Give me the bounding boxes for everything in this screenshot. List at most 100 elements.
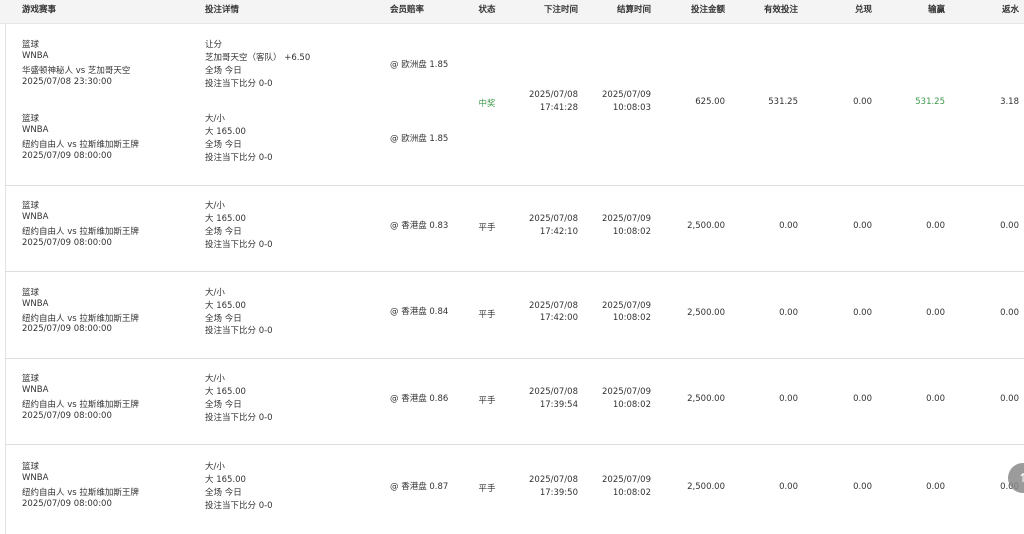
win-loss: 0.00 [926, 394, 945, 404]
leg-league: WNBA [22, 125, 49, 136]
header-rebate: 返水 [1001, 5, 1019, 15]
leg-score: 投注当下比分 0-0 [205, 78, 273, 89]
header-settle-time: 结算时间 [616, 5, 651, 15]
leg-period: 全场 今日 [205, 140, 242, 150]
header-bet-time: 下注时间 [543, 5, 578, 15]
settle-date: 2025/07/09 [602, 387, 651, 397]
settle-date: 2025/07/09 [602, 475, 651, 485]
leg-score: 投注当下比分 0-0 [205, 239, 273, 250]
status-badge: 平手 [478, 309, 496, 320]
header-valid: 有效投注 [763, 5, 798, 15]
row-left-border [5, 444, 6, 534]
leg-league: WNBA [22, 385, 49, 396]
bet-date: 2025/07/08 [529, 214, 578, 224]
leg-sport: 篮球 [22, 374, 40, 385]
leg-match-time: 2025/07/09 08:00:00 [22, 324, 112, 335]
leg-league: WNBA [22, 212, 49, 223]
row-divider [5, 444, 1024, 445]
row-divider [5, 185, 1024, 186]
header-game: 游戏赛事 [22, 5, 57, 15]
leg-selection: 大 165.00 [205, 300, 246, 311]
leg-odds: @ 香港盘 0.83 [390, 220, 449, 231]
leg-match: 华盛顿神秘人 vs 芝加哥天空 [22, 66, 131, 76]
leg-period: 全场 今日 [205, 227, 242, 237]
leg-sport: 篮球 [22, 40, 40, 51]
bet-date: 2025/07/08 [529, 300, 578, 311]
leg-odds: @ 欧洲盘 1.85 [390, 133, 449, 144]
bet-amount: 2,500.00 [687, 394, 725, 404]
leg-score: 投注当下比分 0-0 [205, 412, 273, 423]
rebate: 0.00 [1000, 394, 1019, 404]
leg-match: 纽约自由人 vs 拉斯维加斯王牌 [22, 227, 139, 237]
status-badge: 平手 [478, 223, 496, 233]
settle-clock: 10:08:02 [612, 399, 651, 410]
cashout: 0.00 [853, 482, 872, 492]
leg-selection: 大 165.00 [205, 214, 246, 225]
leg-period: 全场 今日 [205, 313, 242, 324]
header-details: 投注详情 [205, 5, 240, 15]
leg-match: 纽约自由人 vs 拉斯维加斯王牌 [22, 140, 139, 150]
leg-score: 投注当下比分 0-0 [205, 500, 273, 511]
leg-sport: 篮球 [22, 114, 40, 125]
leg-match-time: 2025/07/09 08:00:00 [22, 237, 112, 248]
settle-clock: 10:08:02 [612, 487, 651, 498]
valid-bet: 0.00 [779, 221, 798, 231]
leg-selection: 芝加哥天空（客队） +6.50 [205, 53, 311, 64]
bet-date: 2025/07/08 [529, 387, 578, 397]
header-odds: 会员赔率 [390, 5, 425, 15]
leg-bet-type: 大/小 [205, 374, 225, 385]
settle-clock: 10:08:02 [612, 226, 651, 237]
bet-clock: 17:39:54 [539, 399, 578, 410]
bet-clock: 17:42:10 [539, 226, 578, 237]
settle-date: 2025/07/09 [602, 90, 651, 100]
leg-league: WNBA [22, 473, 49, 484]
status-badge: 中奖 [478, 99, 496, 109]
leg-match: 纽约自由人 vs 拉斯维加斯王牌 [22, 488, 139, 498]
bet-amount: 625.00 [695, 97, 725, 107]
cashout: 0.00 [853, 307, 872, 318]
leg-score: 投注当下比分 0-0 [205, 152, 273, 163]
bet-clock: 17:42:00 [539, 313, 578, 324]
leg-match: 纽约自由人 vs 拉斯维加斯王牌 [22, 313, 139, 324]
rebate: 3.18 [1000, 97, 1019, 107]
rebate: 0.00 [1000, 307, 1019, 318]
win-loss: 531.25 [915, 97, 945, 107]
win-loss: 0.00 [926, 307, 945, 318]
leg-match-time: 2025/07/09 08:00:00 [22, 498, 112, 509]
leg-sport: 篮球 [22, 287, 40, 298]
bet-date: 2025/07/08 [529, 475, 578, 485]
leg-period: 全场 今日 [205, 66, 242, 76]
cashout: 0.00 [853, 97, 872, 107]
header-amount: 投注金额 [690, 5, 725, 15]
header-cashout: 兑现 [854, 5, 872, 15]
bet-clock: 17:39:50 [539, 487, 578, 498]
leg-league: WNBA [22, 51, 49, 62]
leg-bet-type: 大/小 [205, 462, 225, 473]
win-loss: 0.00 [926, 221, 945, 231]
status-badge: 平手 [478, 396, 496, 406]
arrow-up-icon: ↑ [1017, 471, 1024, 485]
leg-selection: 大 165.00 [205, 387, 246, 398]
bet-amount: 2,500.00 [687, 307, 725, 318]
leg-odds: @ 香港盘 0.86 [390, 393, 449, 404]
leg-odds: @ 香港盘 0.84 [390, 307, 449, 318]
leg-odds: @ 欧洲盘 1.85 [390, 59, 449, 70]
settle-date: 2025/07/09 [602, 214, 651, 224]
leg-score: 投注当下比分 0-0 [205, 326, 273, 337]
header-winloss: 输赢 [927, 5, 945, 15]
leg-period: 全场 今日 [205, 488, 242, 498]
win-loss: 0.00 [926, 482, 945, 492]
valid-bet: 0.00 [779, 394, 798, 404]
leg-bet-type: 让分 [205, 40, 223, 51]
bet-amount: 2,500.00 [687, 221, 725, 231]
header-status: 状态 [478, 5, 496, 15]
valid-bet: 0.00 [779, 307, 798, 318]
leg-bet-type: 大/小 [205, 287, 225, 298]
leg-match-time: 2025/07/09 08:00:00 [22, 410, 112, 421]
row-left-border [5, 23, 6, 185]
row-divider [5, 358, 1024, 359]
settle-clock: 10:08:03 [612, 102, 651, 113]
leg-period: 全场 今日 [205, 400, 242, 410]
row-left-border [5, 271, 6, 358]
row-left-border [5, 185, 6, 271]
